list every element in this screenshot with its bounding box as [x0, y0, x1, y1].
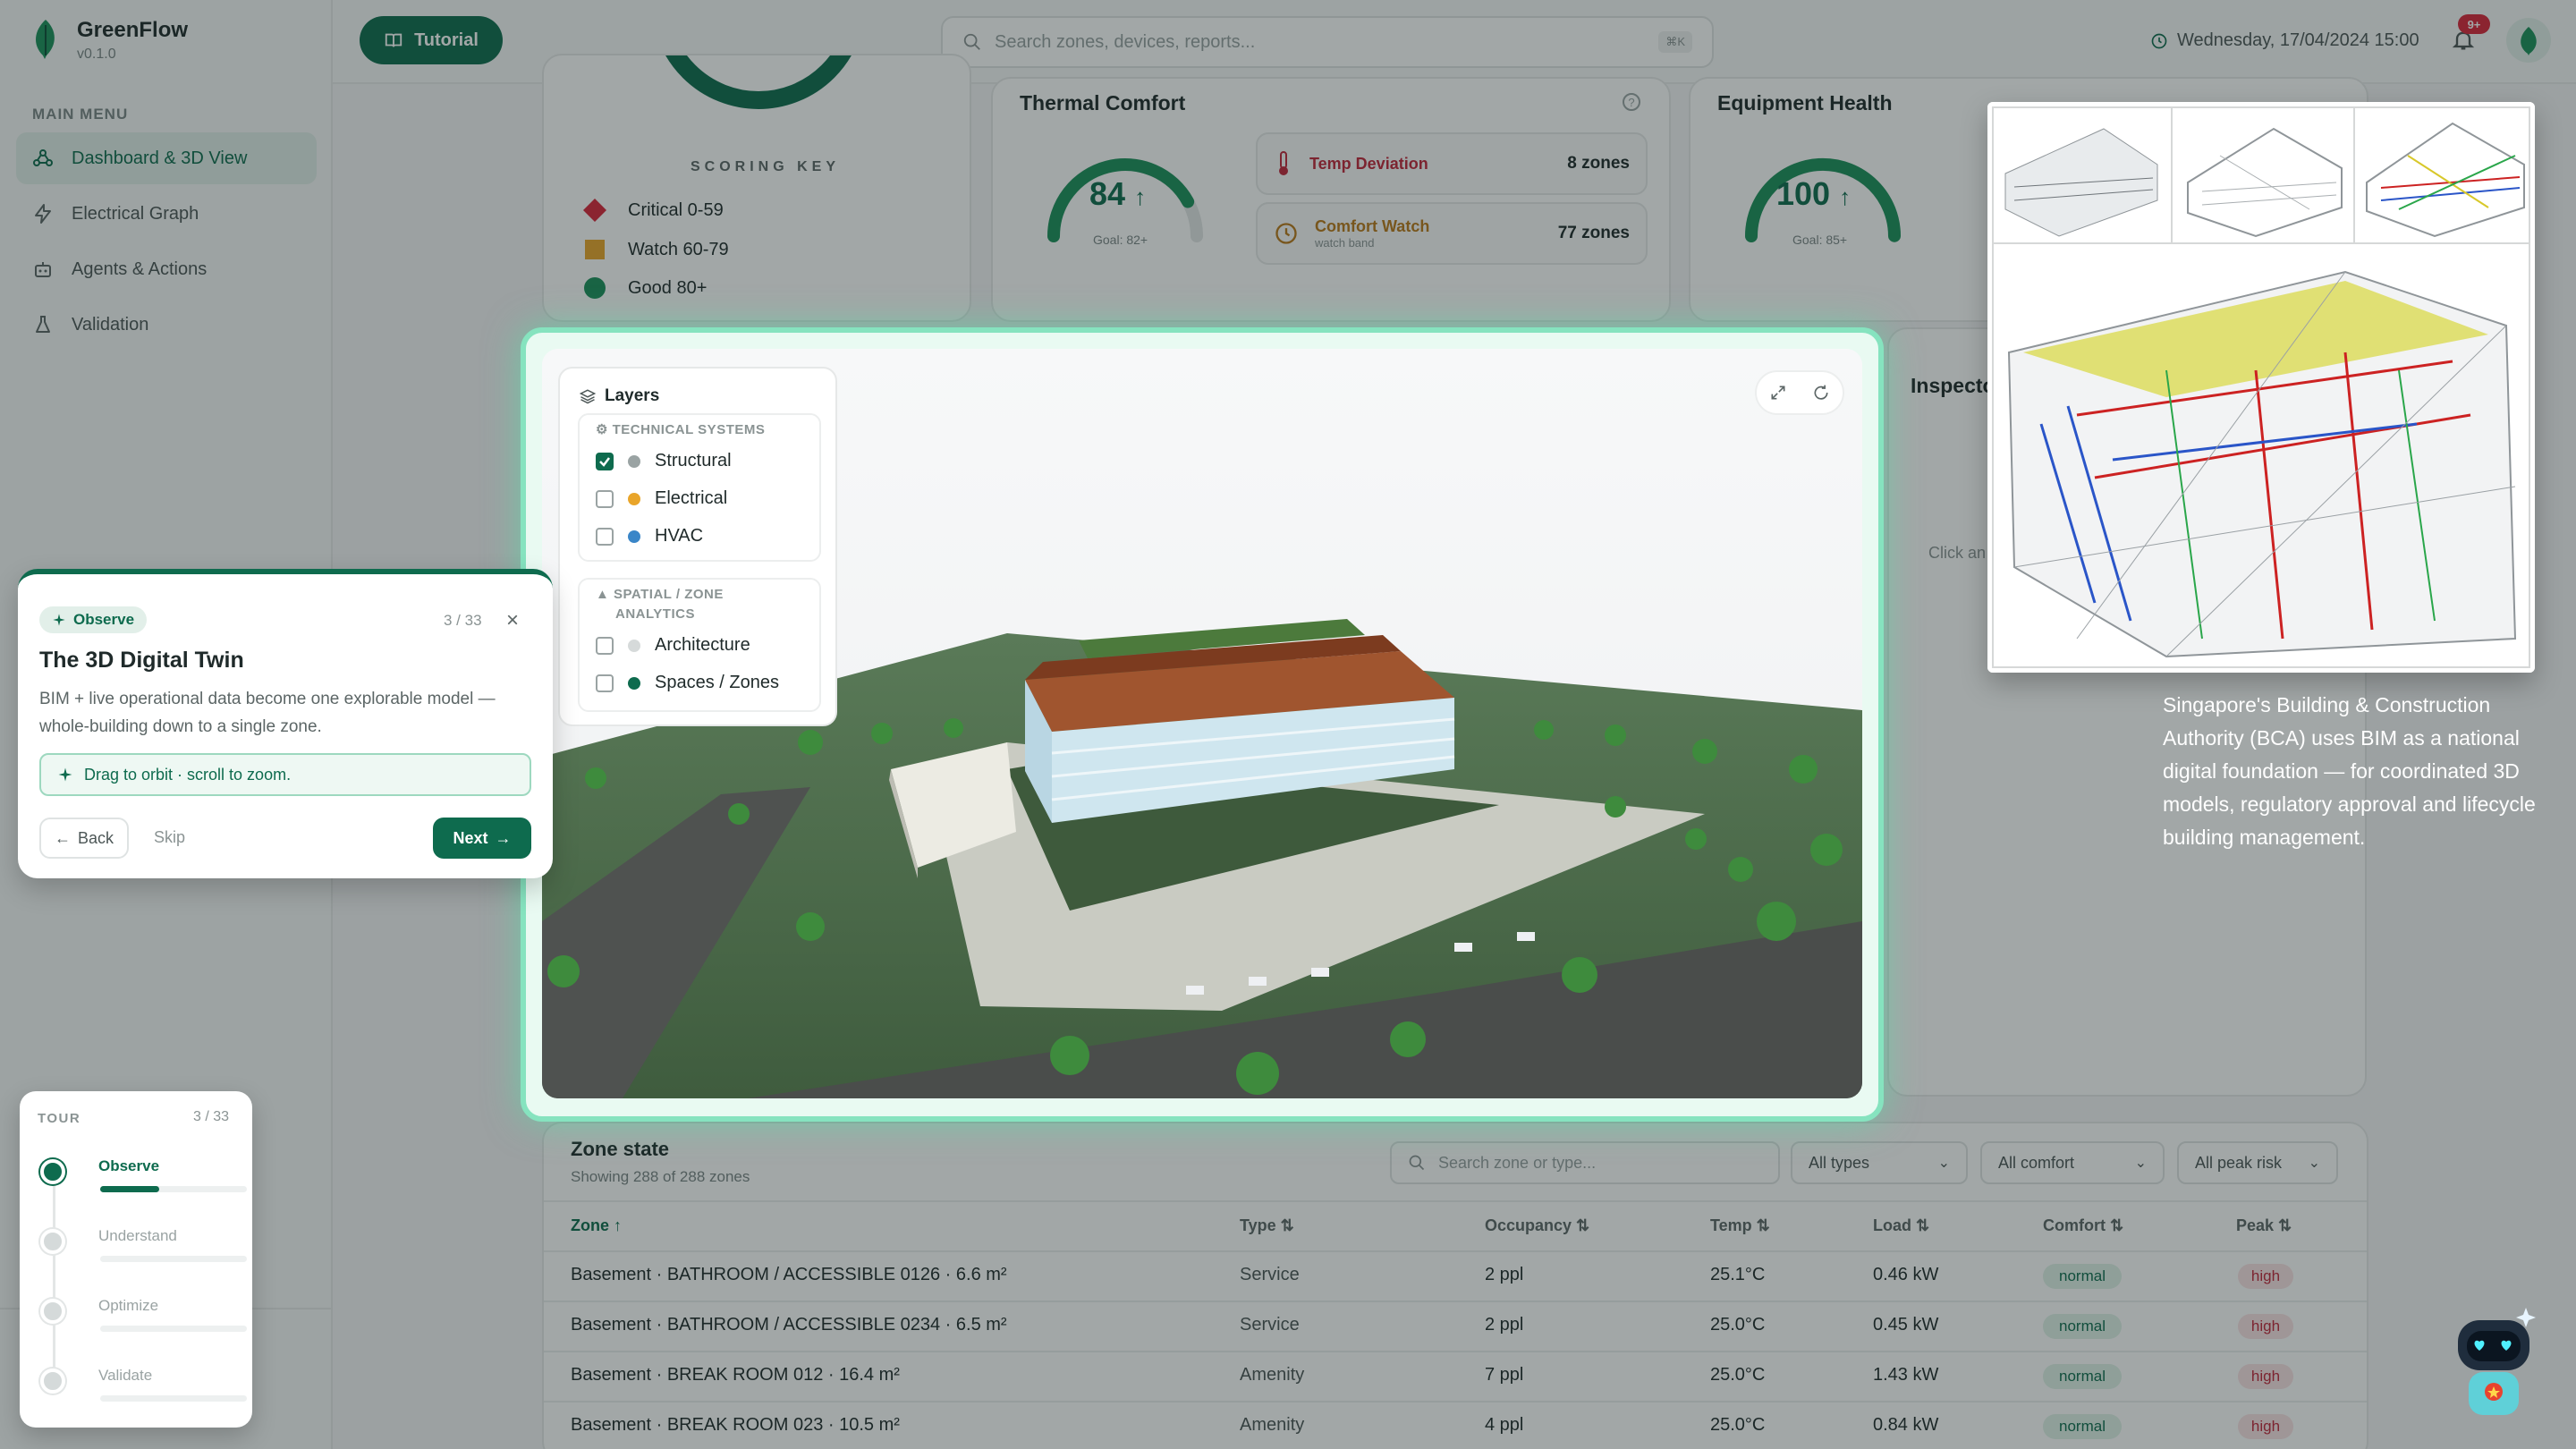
- checkbox-structural[interactable]: [596, 452, 614, 470]
- layer-electrical[interactable]: Electrical: [596, 488, 727, 509]
- layer-color-dot: [628, 454, 640, 468]
- layers-panel: Layers ⚙ TECHNICAL SYSTEMS Structural El…: [558, 367, 837, 726]
- sparkle-icon: [58, 767, 72, 782]
- step-node: [40, 1229, 65, 1254]
- layer-color-dot: [628, 530, 640, 543]
- expand-icon[interactable]: [1769, 384, 1787, 402]
- caption-text-2: ANALYTICS: [615, 606, 695, 622]
- tour-progress-panel: TOUR 3 / 33 Observe Understand Optimize …: [20, 1091, 252, 1428]
- tour-phase-label: Observe: [73, 611, 135, 628]
- layer-label: Architecture: [655, 635, 750, 655]
- layer-spaces-zones[interactable]: Spaces / Zones: [596, 673, 779, 693]
- step-label: Observe: [98, 1157, 160, 1174]
- close-icon[interactable]: ×: [506, 608, 519, 633]
- step-node: [40, 1299, 65, 1324]
- technical-systems-caption: ⚙ TECHNICAL SYSTEMS: [596, 420, 765, 440]
- layer-hvac[interactable]: HVAC: [596, 526, 703, 547]
- next-label: Next: [453, 828, 488, 847]
- checkbox-hvac[interactable]: [596, 527, 614, 546]
- layer-label: Electrical: [655, 488, 728, 508]
- step-node: [40, 1368, 65, 1394]
- viewer-toolbar: [1755, 370, 1844, 415]
- back-label: Back: [77, 828, 114, 847]
- tour-step-card: Observe 3 / 33 × The 3D Digital Twin BIM…: [18, 569, 553, 878]
- tour-step-body: BIM + live operational data become one e…: [39, 690, 496, 736]
- bim-illustration: [1987, 102, 2535, 673]
- check-icon: [599, 456, 610, 467]
- layer-label: HVAC: [655, 526, 704, 546]
- layer-color-dot: [628, 676, 640, 690]
- layers-icon: [580, 389, 596, 404]
- layer-architecture[interactable]: Architecture: [596, 635, 750, 656]
- sparkle-icon: [53, 614, 65, 626]
- layers-title-text: Layers: [605, 386, 660, 405]
- step-progress: [100, 1256, 247, 1262]
- tour-phase-chip: Observe: [39, 606, 148, 633]
- step-label: Validate: [98, 1367, 153, 1384]
- spatial-caption: ▲ SPATIAL / ZONE ANALYTICS: [596, 585, 724, 624]
- layer-label: Spaces / Zones: [655, 673, 779, 692]
- layers-title: Layers: [580, 386, 659, 406]
- gear-icon: ⚙: [596, 422, 608, 437]
- caption-text: SPATIAL / ZONE: [614, 587, 724, 602]
- step-progress: [100, 1326, 247, 1332]
- assistant-robot-icon[interactable]: [2440, 1302, 2547, 1428]
- layer-structural[interactable]: Structural: [596, 451, 732, 471]
- checkbox-spaces-zones[interactable]: [596, 674, 614, 692]
- step-label: Understand: [98, 1227, 177, 1244]
- tour-count: 3 / 33: [193, 1109, 230, 1124]
- bim-model-collage: [1987, 102, 2535, 673]
- step-label: Optimize: [98, 1297, 159, 1314]
- reset-view-icon[interactable]: [1812, 384, 1830, 402]
- checkbox-electrical[interactable]: [596, 489, 614, 508]
- checkbox-architecture[interactable]: [596, 636, 614, 655]
- tour-timeline: [53, 1172, 55, 1385]
- arrow-right-icon: →: [495, 828, 512, 847]
- tour-step-title: The 3D Digital Twin: [39, 648, 244, 673]
- step-node: [40, 1159, 65, 1184]
- bim-caption: Singapore's Building & Construction Auth…: [2163, 693, 2536, 849]
- step-progress-fill: [100, 1186, 159, 1192]
- layer-color-dot: [628, 639, 640, 652]
- next-button[interactable]: Next →: [433, 818, 531, 859]
- layer-color-dot: [628, 492, 640, 505]
- skip-button[interactable]: Skip: [154, 828, 185, 847]
- tour-step-counter: 3 / 33: [444, 612, 482, 629]
- back-button[interactable]: ← Back: [39, 818, 129, 859]
- caption-text: TECHNICAL SYSTEMS: [612, 422, 766, 437]
- tour-hint: Drag to orbit · scroll to zoom.: [39, 753, 531, 796]
- layer-label: Structural: [655, 451, 732, 470]
- arrow-left-icon: ←: [54, 828, 71, 847]
- step-progress: [100, 1186, 247, 1192]
- tour-hint-text: Drag to orbit · scroll to zoom.: [84, 765, 292, 784]
- shapes-icon: ▲: [596, 587, 610, 602]
- tour-caption: TOUR: [38, 1111, 81, 1126]
- step-progress: [100, 1395, 247, 1402]
